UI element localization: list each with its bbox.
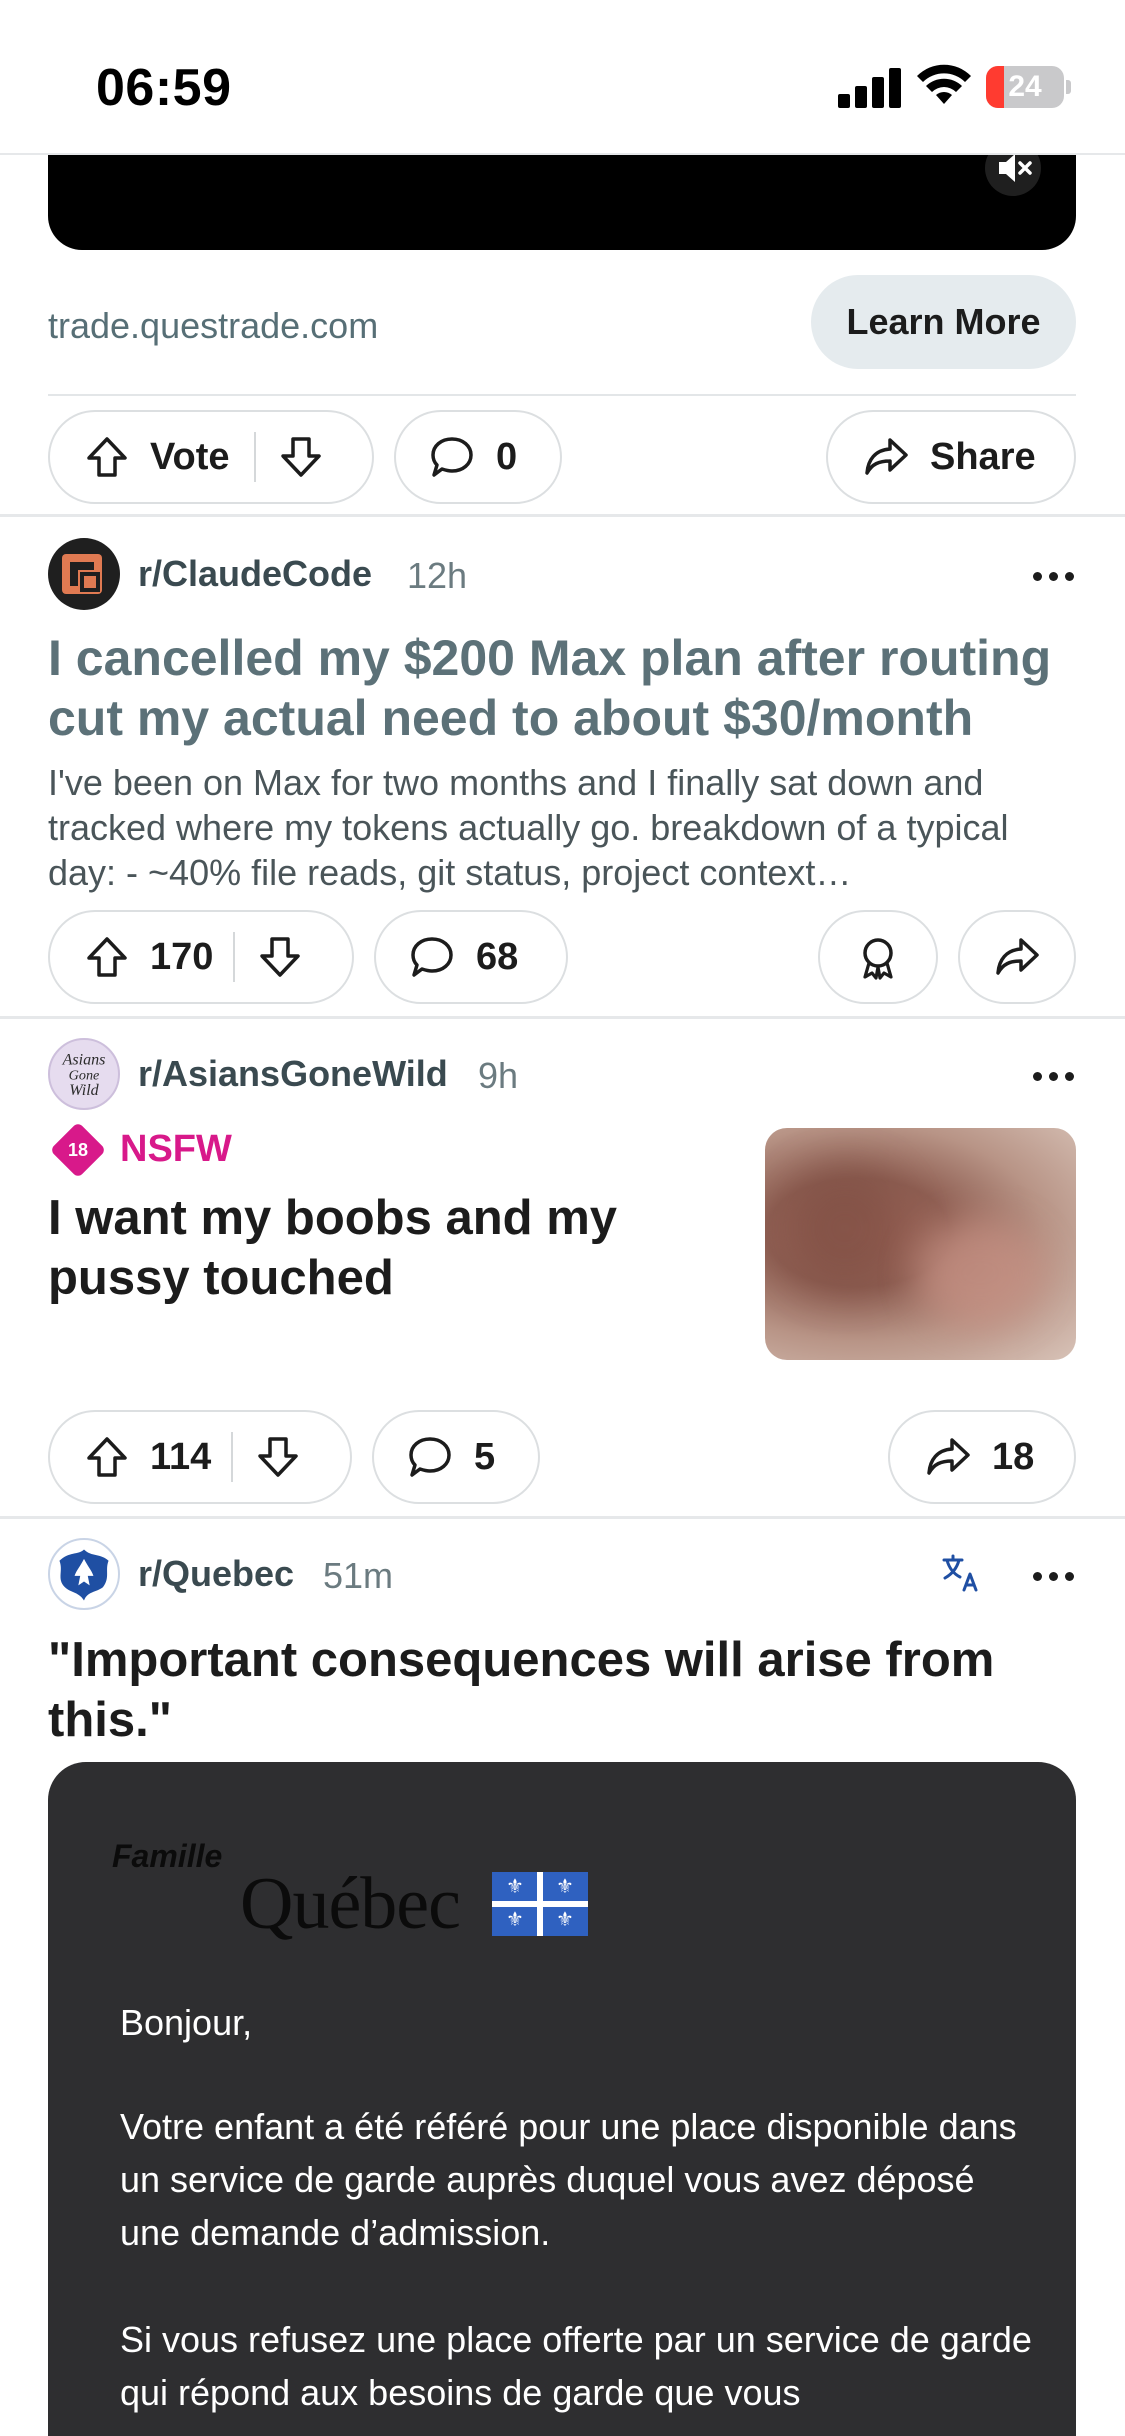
battery-level: 24 xyxy=(1008,70,1042,103)
claudecode-logo-icon xyxy=(62,554,102,594)
more-options-icon[interactable] xyxy=(1025,1556,1081,1596)
share-button[interactable]: Share xyxy=(826,410,1076,504)
famille-wordmark: Famille xyxy=(112,1838,223,1874)
status-time: 06:59 xyxy=(96,59,232,117)
letter-paragraph-2: Si vous refusez une place offerte par un… xyxy=(120,2319,1032,2413)
wifi-icon xyxy=(917,64,971,104)
post-divider xyxy=(0,1516,1125,1519)
upvote-arrow-icon xyxy=(87,437,127,477)
quebec-wordmark: Québec xyxy=(240,1863,461,1945)
award-button[interactable] xyxy=(818,910,938,1004)
downvote-arrow-icon xyxy=(258,1437,299,1477)
downvote-button[interactable] xyxy=(257,934,303,980)
share-label: Share xyxy=(930,435,1036,478)
asiansgonewild-logo-icon: Asians Gone Wild xyxy=(62,1052,106,1099)
vote-label: Vote xyxy=(150,435,230,478)
award-icon xyxy=(863,938,893,980)
downvote-arrow-icon xyxy=(260,937,301,977)
share-arrow-icon xyxy=(996,938,1039,975)
subreddit-avatar[interactable]: Asians Gone Wild xyxy=(48,1038,120,1110)
learn-more-button[interactable]: Learn More xyxy=(811,275,1076,369)
upvote-arrow-icon xyxy=(87,937,127,977)
post-divider xyxy=(0,1016,1125,1019)
ad-domain-link[interactable]: trade.questrade.com xyxy=(48,305,378,347)
comment-bubble-icon xyxy=(431,437,473,477)
post-body-preview[interactable]: I've been on Max for two months and I fi… xyxy=(48,760,1078,895)
svg-text:Asians: Asians xyxy=(62,1052,106,1069)
quebec-logo-icon xyxy=(59,1549,109,1601)
translate-icon[interactable] xyxy=(940,1552,982,1594)
comment-bubble-icon xyxy=(411,937,453,977)
post-time: 51m xyxy=(323,1555,394,1596)
subreddit-name[interactable]: r/AsiansGoneWild xyxy=(138,1053,448,1095)
subreddit-avatar[interactable] xyxy=(48,1538,120,1610)
comment-count: 68 xyxy=(476,935,519,978)
post-title[interactable]: "Important consequences will arise from … xyxy=(48,1630,1078,1750)
share-arrow-icon xyxy=(927,1438,970,1475)
vote-count: 114 xyxy=(150,1435,212,1478)
more-options-icon[interactable] xyxy=(1025,556,1081,596)
subreddit-name[interactable]: r/ClaudeCode xyxy=(138,553,372,595)
post-time: 12h xyxy=(407,555,468,596)
post-divider xyxy=(0,514,1125,517)
nsfw-18-icon: 18 xyxy=(49,1121,107,1178)
comments-button[interactable]: 68 xyxy=(374,910,568,1004)
vote-pill: 114 xyxy=(48,1410,352,1504)
subreddit-avatar[interactable] xyxy=(48,538,120,610)
post-title[interactable]: I cancelled my $200 Max plan after routi… xyxy=(48,628,1078,748)
comment-count: 5 xyxy=(474,1435,496,1478)
svg-text:Wild: Wild xyxy=(69,1082,99,1099)
share-button[interactable] xyxy=(958,910,1076,1004)
upvote-button[interactable] xyxy=(84,934,130,980)
nsfw-label: NSFW xyxy=(120,1128,232,1170)
comments-button[interactable]: 0 xyxy=(394,410,562,504)
letter-paragraph-1: Votre enfant a été référé pour une place… xyxy=(120,2106,1017,2253)
vote-pill: Vote xyxy=(48,410,374,504)
downvote-button[interactable] xyxy=(255,1434,301,1480)
upvote-button[interactable] xyxy=(84,434,130,480)
share-count: 18 xyxy=(992,1435,1035,1478)
vote-pill: 170 xyxy=(48,910,354,1004)
share-button[interactable]: 18 xyxy=(888,1410,1076,1504)
blurred-thumbnail[interactable] xyxy=(765,1128,1076,1360)
downvote-button[interactable] xyxy=(278,434,324,480)
cellular-signal-icon xyxy=(838,68,902,108)
quebec-flag-icon: ⚜ ⚜ ⚜ ⚜ xyxy=(492,1872,588,1936)
status-bar: 06:59 24 xyxy=(0,0,1125,155)
vote-count: 170 xyxy=(150,935,214,978)
comment-count: 0 xyxy=(496,435,518,478)
downvote-arrow-icon xyxy=(280,437,321,477)
upvote-arrow-icon xyxy=(87,1437,127,1477)
more-options-icon[interactable] xyxy=(1025,1056,1081,1096)
battery-icon: 24 xyxy=(986,66,1064,108)
letter-greeting: Bonjour, xyxy=(120,2002,253,2043)
comments-button[interactable]: 5 xyxy=(372,1410,540,1504)
post-time: 9h xyxy=(478,1055,519,1096)
comment-bubble-icon xyxy=(409,1437,451,1477)
post-title[interactable]: I want my boobs and my pussy touched xyxy=(48,1188,728,1308)
subreddit-name[interactable]: r/Quebec xyxy=(138,1553,294,1595)
upvote-button[interactable] xyxy=(84,1434,130,1480)
share-arrow-icon xyxy=(865,438,908,475)
nsfw-tag: 18 NSFW xyxy=(49,1121,232,1178)
divider xyxy=(48,394,1076,396)
